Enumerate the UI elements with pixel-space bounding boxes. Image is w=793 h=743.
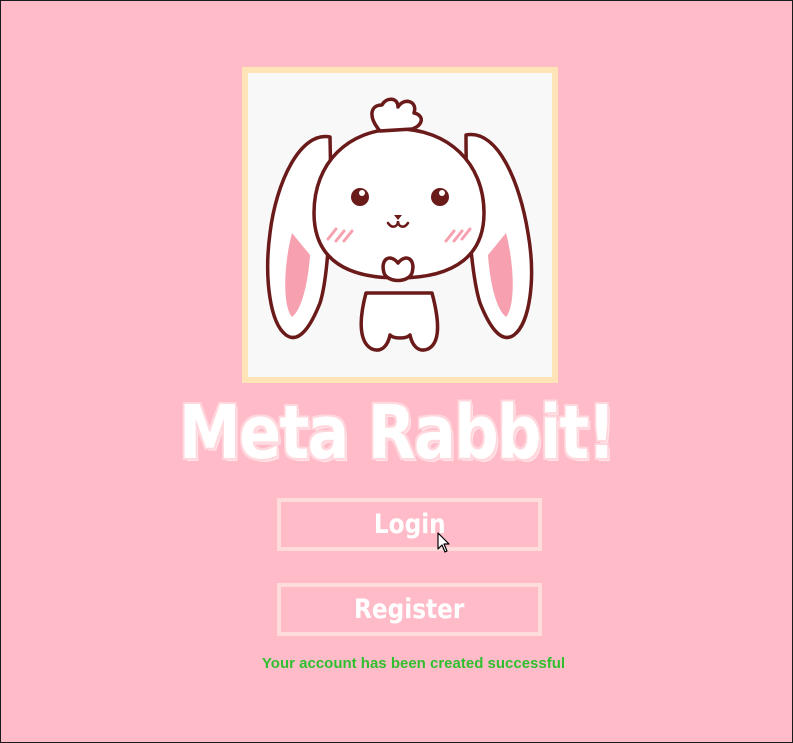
login-button-label: Login (373, 509, 446, 540)
login-button[interactable]: Login (277, 498, 542, 551)
register-button-label: Register (354, 594, 465, 625)
logo-frame (242, 67, 558, 383)
status-message: Your account has been created successful (261, 655, 566, 672)
register-button[interactable]: Register (277, 583, 542, 636)
rabbit-mascot-icon (265, 97, 534, 352)
app-title: Meta Rabbit! (178, 390, 616, 476)
mouse-cursor-icon (437, 532, 450, 553)
